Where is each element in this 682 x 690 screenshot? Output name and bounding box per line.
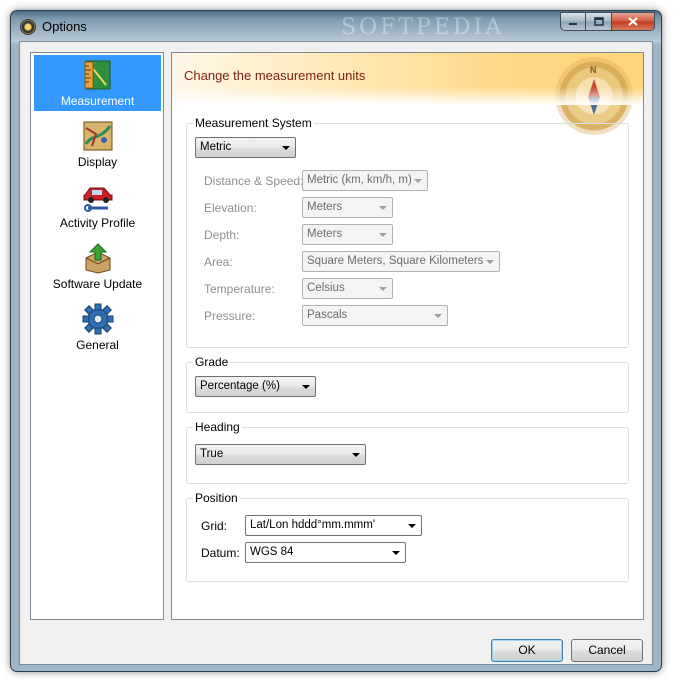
select-value: Square Meters, Square Kilometers: [307, 255, 484, 267]
pressure-label: Pressure:: [204, 309, 256, 323]
ok-button[interactable]: OK: [491, 639, 563, 662]
gear-icon: [82, 303, 114, 335]
group-label: Measurement System: [193, 116, 314, 130]
select-value: WGS 84: [250, 546, 294, 558]
close-icon: [628, 17, 638, 26]
heading-group: Heading True: [186, 420, 629, 484]
grade-group: Grade Percentage (%): [186, 355, 629, 413]
ruler-map-icon: [82, 59, 114, 91]
chevron-down-icon: [282, 146, 290, 150]
datum-label: Datum:: [201, 546, 240, 560]
sidebar-item-general[interactable]: General: [34, 299, 161, 355]
area-select[interactable]: Square Meters, Square Kilometers: [302, 251, 500, 272]
map-display-icon: [82, 120, 114, 152]
pressure-select[interactable]: Pascals: [302, 305, 448, 326]
grid-label: Grid:: [201, 519, 228, 533]
position-group: Position Grid: Lat/Lon hddd°mm.mmm' Datu…: [186, 491, 629, 582]
sidebar-item-activity-profile[interactable]: Activity Profile: [34, 177, 161, 233]
chevron-down-icon: [414, 179, 422, 183]
grade-select[interactable]: Percentage (%): [195, 376, 316, 397]
elevation-label: Elevation:: [204, 201, 257, 215]
chevron-down-icon: [352, 453, 360, 457]
measurement-system-select[interactable]: Metric: [195, 137, 296, 158]
group-label: Grade: [193, 355, 231, 369]
chevron-down-icon: [434, 314, 442, 318]
heading-select[interactable]: True: [195, 444, 366, 465]
app-icon: [20, 19, 36, 35]
area-label: Area:: [204, 255, 233, 269]
select-value: True: [200, 448, 224, 460]
sidebar-item-label: General: [76, 338, 119, 352]
chevron-down-icon: [486, 260, 494, 264]
select-value: Metric (km, km/h, m): [307, 174, 412, 186]
temperature-label: Temperature:: [204, 282, 275, 296]
select-value: Percentage (%): [200, 380, 280, 392]
chevron-down-icon: [379, 233, 387, 237]
chevron-down-icon: [302, 385, 310, 389]
cancel-button[interactable]: Cancel: [571, 639, 643, 662]
select-value: Celsius: [307, 282, 345, 294]
elevation-select[interactable]: Meters: [302, 197, 393, 218]
dialog-client-area: Measurement Display Activity Profile Sof…: [19, 41, 653, 665]
minimize-button[interactable]: [560, 12, 586, 31]
group-label: Position: [193, 491, 240, 505]
depth-label: Depth:: [204, 228, 240, 242]
update-box-icon: [82, 242, 114, 274]
distance-speed-select[interactable]: Metric (km, km/h, m): [302, 170, 428, 191]
chevron-down-icon: [379, 206, 387, 210]
select-value: Lat/Lon hddd°mm.mmm': [250, 519, 376, 531]
options-window: Options SOFTPEDIA Measurement Display Ac…: [10, 10, 662, 672]
panel-banner: Change the measurement units N: [172, 53, 643, 135]
caption-buttons: [560, 12, 655, 32]
sidebar-item-label: Measurement: [60, 94, 135, 108]
select-value: Meters: [307, 201, 343, 213]
chevron-down-icon: [379, 287, 387, 291]
chevron-down-icon: [408, 524, 416, 528]
select-value: Meters: [307, 228, 343, 240]
distance-speed-label: Distance & Speed:: [204, 174, 304, 188]
grid-select[interactable]: Lat/Lon hddd°mm.mmm': [245, 515, 422, 536]
sidebar-item-label: Display: [77, 155, 118, 169]
temperature-select[interactable]: Celsius: [302, 278, 393, 299]
close-button[interactable]: [612, 12, 655, 31]
sidebar-item-display[interactable]: Display: [34, 116, 161, 172]
sidebar-item-label: Software Update: [52, 277, 143, 291]
depth-select[interactable]: Meters: [302, 224, 393, 245]
select-value: Metric: [200, 141, 232, 153]
window-title: Options: [42, 19, 87, 34]
sidebar-item-software-update[interactable]: Software Update: [34, 238, 161, 294]
maximize-icon: [593, 17, 604, 26]
minimize-icon: [569, 22, 577, 25]
chevron-down-icon: [392, 551, 400, 555]
sidebar-item-measurement[interactable]: Measurement: [34, 55, 161, 111]
datum-select[interactable]: WGS 84: [245, 542, 406, 563]
watermark: SOFTPEDIA: [341, 15, 505, 40]
panel-title: Change the measurement units: [184, 68, 366, 83]
category-sidebar: Measurement Display Activity Profile Sof…: [30, 52, 164, 620]
car-wrench-icon: [82, 181, 114, 213]
settings-panel: Change the measurement units N Measureme…: [171, 52, 644, 620]
sidebar-item-label: Activity Profile: [59, 216, 136, 230]
title-bar[interactable]: Options SOFTPEDIA: [11, 11, 661, 43]
group-label: Heading: [193, 420, 242, 434]
measurement-system-group: Measurement System Metric Distance & Spe…: [186, 116, 629, 348]
maximize-button[interactable]: [586, 12, 612, 31]
select-value: Pascals: [307, 309, 348, 321]
